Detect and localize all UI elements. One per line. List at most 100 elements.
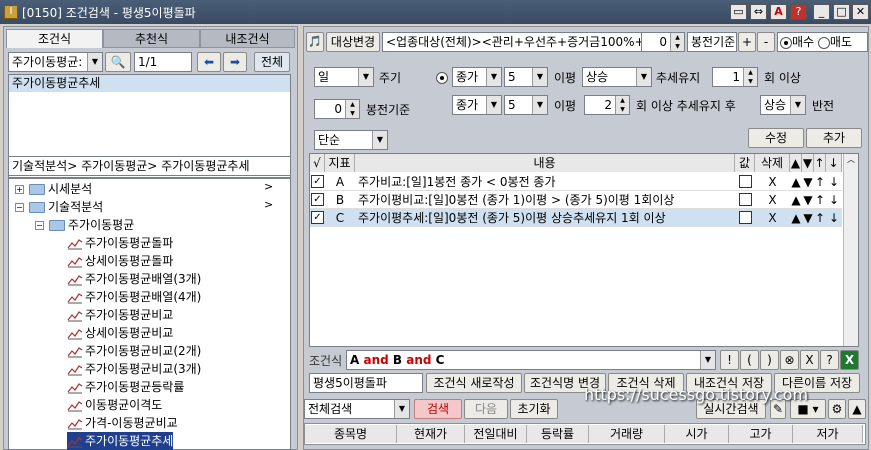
base-spinner[interactable]: 0 ▲ ▼ [314,99,360,119]
row-delete-button[interactable]: X [755,209,790,227]
row1-count-spinner[interactable]: 1 ▲ ▼ [712,67,758,87]
row2-n-combo[interactable]: 5 ▼ [504,95,548,115]
tree-leaf[interactable]: 가격-이동평균비교 [67,414,178,432]
excel-icon[interactable]: X [840,350,859,370]
minimize-button[interactable]: _ [813,4,830,20]
tree-leaf[interactable]: 주가이동평균비교(2개) [67,342,201,360]
table-row[interactable]: ✓ B 주가이평비교:[일]0봉전 (종가 1)이평 > (종가 5)이평 1회이상… [310,191,842,209]
close-button[interactable]: ✕ [852,4,869,20]
result-col-header[interactable]: 종목명 [305,425,397,443]
list-item[interactable]: 주가이동평균추세 [9,75,290,92]
tab-condition[interactable]: 조건식 [6,29,103,48]
tree-leaf[interactable]: 주가이동평균배열(4개) [67,288,201,306]
move-bottom-icon[interactable]: ↓ [826,209,842,227]
maximize-button[interactable]: □ [833,4,850,20]
table-row[interactable]: ✓ A 주가비교:[일]1봉전 종가 < 0봉전 종가 X ▲ ▼ ↑ ↓ [310,173,842,191]
row-checkbox[interactable]: ✓ [311,211,324,224]
tab-recommend[interactable]: 추천식 [103,29,200,48]
tab-my-condition[interactable]: 내조건식 [200,29,295,48]
row2-trend-combo[interactable]: 상승 ▼ [760,95,806,115]
scrollbar[interactable]: ︿ [843,154,858,346]
move-down-icon[interactable]: ▼ [802,173,814,191]
open-paren-button[interactable]: ( [740,350,759,370]
move-top-icon[interactable]: ↑ [814,191,826,209]
category-combo[interactable]: 주가이동평균: ▼ [8,52,103,72]
move-top-icon[interactable]: ↑ [814,173,826,191]
tree-leaf[interactable]: 상세이동평균비교 [67,324,173,342]
move-down-icon[interactable]: ▼ [802,191,814,209]
tree-leaf[interactable]: 주가이동평균배열(3개) [67,270,201,288]
tree-node-sise[interactable]: 시세분석 [29,180,92,198]
settings-icon[interactable]: 🎵 [306,32,324,52]
formula-field[interactable]: A and B and C ▼ [346,350,716,370]
chevron-down-icon[interactable]: ▼ [700,351,715,369]
move-bottom-icon[interactable]: ↓ [826,173,842,191]
row-value-checkbox[interactable] [739,175,752,188]
formula-help-button[interactable]: ? [820,350,839,370]
collapse-icon[interactable]: − [35,221,44,230]
row-value-checkbox[interactable] [739,193,752,206]
move-down-icon[interactable]: ▼ [802,209,814,227]
screen-button[interactable]: ▭ [730,4,747,20]
row-checkbox[interactable]: ✓ [311,193,324,206]
row2-count-spinner[interactable]: 2 ▲ ▼ [584,95,630,115]
move-top-icon[interactable]: ↑ [814,209,826,227]
row1-n-combo[interactable]: 5 ▼ [504,67,548,87]
row1-price-combo[interactable]: 종가 ▼ [452,67,502,87]
prev-arrow-icon[interactable]: ⬅ [197,52,221,72]
result-col-header[interactable]: 현재가 [397,425,465,443]
tree-leaf[interactable]: 주가이동평균비교 [67,306,173,324]
expand-icon[interactable]: + [15,185,24,194]
bong-spinner[interactable]: 0 ▲ ▼ [641,32,685,52]
result-col-header[interactable]: 시가 [665,425,729,443]
tree-node-ma[interactable]: 주가이동평균 [49,216,134,234]
move-up-icon[interactable]: ▲ [790,209,802,227]
target-change-button[interactable]: 대상변경 [326,32,380,52]
row-delete-button[interactable]: X [755,173,790,191]
tree-leaf[interactable]: 주가이동평균비교(3개) [67,360,201,378]
plus-button[interactable]: + [738,32,756,52]
gear-icon[interactable]: ⚙ [828,399,846,419]
condition-name-field[interactable]: 평생5이평돌파 [309,373,423,393]
tree-leaf[interactable]: 이동평균이격도 [67,396,162,414]
add-button[interactable]: 추가 [806,128,862,148]
row-value-checkbox[interactable] [739,211,752,224]
row1-radio[interactable] [436,71,448,84]
row2-price-combo[interactable]: 종가 ▼ [452,95,502,115]
row-delete-button[interactable]: X [755,191,790,209]
help-button[interactable]: ? [790,4,807,20]
period-combo[interactable]: 일 ▼ [314,67,374,87]
result-col-header[interactable]: 고가 [729,425,793,443]
move-up-icon[interactable]: ▲ [790,191,802,209]
reset-button[interactable]: 초기화 [510,399,558,419]
buy-radio[interactable] [780,36,792,49]
row-checkbox[interactable]: ✓ [311,175,324,188]
next-button[interactable]: 다음 [464,399,508,419]
target-field[interactable]: <업종대상(전체)><관리+우선주+증거금100%+거래 [382,32,642,52]
close-paren-button[interactable]: ) [760,350,779,370]
modify-button[interactable]: 수정 [748,128,804,148]
move-bottom-icon[interactable]: ↓ [826,191,842,209]
new-condition-button[interactable]: 조건식 새로작성 [426,373,522,393]
collapse-up-icon[interactable]: ▲ [848,399,866,419]
result-col-header[interactable]: 저가 [793,425,863,443]
minus-button[interactable]: - [757,32,775,52]
sell-radio[interactable] [817,36,830,49]
move-up-icon[interactable]: ▲ [790,173,802,191]
tree-node-tech[interactable]: 기술적분석 [29,198,103,216]
simple-combo[interactable]: 단순 ▼ [314,130,388,150]
all-button[interactable]: 전체 [254,52,290,72]
search-scope-combo[interactable]: 전체검색 ▼ [304,399,410,419]
link-button[interactable]: ⇔ [750,4,767,20]
table-row[interactable]: ✓ C 주가이평추세:[일]0봉전 (종가 5)이평 상승추세유지 1회 이상 X ▲ ▼… [310,209,842,227]
tree-leaf[interactable]: 주가이동평균등락률 [67,378,184,396]
tree-leaf[interactable]: 주가이동평균돌파 [67,234,173,252]
xor-button[interactable]: ⊗ [780,350,799,370]
page-field[interactable]: 1/1 [134,52,192,72]
tree-leaf[interactable]: 주가이동평균추세 [67,432,174,450]
result-col-header[interactable]: 전일대비 [465,425,527,443]
result-col-header[interactable]: 거래량 [589,425,665,443]
search-button[interactable]: 검색 [414,399,462,419]
scroll-up-icon[interactable]: ︿ [844,154,858,165]
next-arrow-icon[interactable]: ➡ [223,52,247,72]
